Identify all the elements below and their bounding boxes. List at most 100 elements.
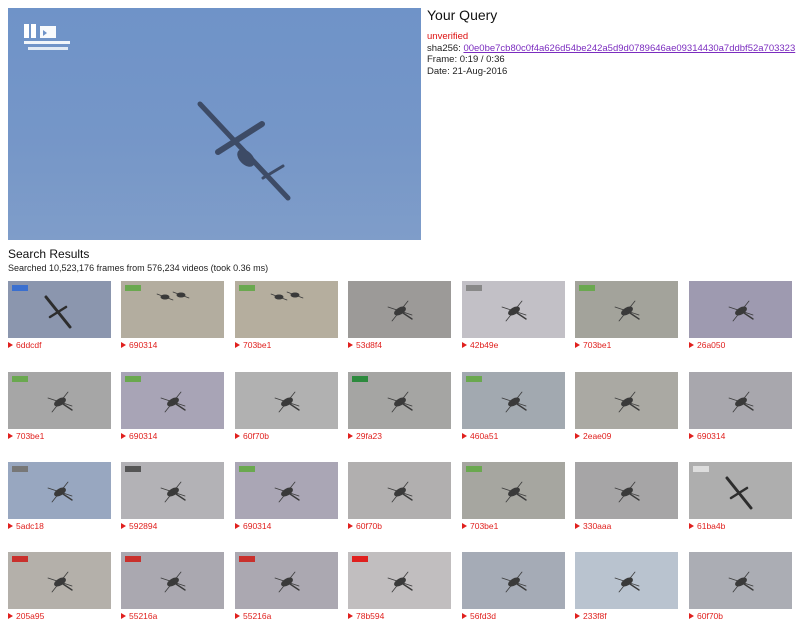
result-thumbnail[interactable]: [348, 372, 451, 429]
result-thumbnail[interactable]: [8, 552, 111, 609]
result-caption[interactable]: 2eae09: [575, 431, 678, 441]
result-thumbnail[interactable]: [8, 372, 111, 429]
result-caption[interactable]: 703be1: [235, 340, 338, 350]
result-tile[interactable]: 592894: [121, 462, 224, 531]
result-thumbnail[interactable]: [575, 281, 678, 338]
result-caption[interactable]: 690314: [689, 431, 792, 441]
result-caption[interactable]: 460a51: [462, 431, 565, 441]
result-tile[interactable]: 29fa23: [348, 372, 451, 441]
result-tile[interactable]: 60f70b: [235, 372, 338, 441]
result-thumbnail[interactable]: [462, 552, 565, 609]
result-thumbnail[interactable]: [235, 372, 338, 429]
result-caption[interactable]: 703be1: [575, 340, 678, 350]
video-id[interactable]: 690314: [129, 340, 157, 350]
result-tile[interactable]: 330aaa: [575, 462, 678, 531]
result-tile[interactable]: 690314: [235, 462, 338, 531]
video-id[interactable]: 29fa23: [356, 431, 382, 441]
result-thumbnail[interactable]: [121, 552, 224, 609]
result-thumbnail[interactable]: [462, 281, 565, 338]
result-caption[interactable]: 61ba4b: [689, 521, 792, 531]
result-tile[interactable]: 233f8f: [575, 552, 678, 621]
video-id[interactable]: 690314: [129, 431, 157, 441]
result-tile[interactable]: 703be1: [8, 372, 111, 441]
sha-link[interactable]: 00e0be7cb80c0f4a626d54be242a5d9d0789646a…: [463, 43, 795, 54]
result-tile[interactable]: 26a050: [689, 281, 792, 350]
result-thumbnail[interactable]: [235, 281, 338, 338]
result-thumbnail[interactable]: [8, 462, 111, 519]
video-id[interactable]: 592894: [129, 521, 157, 531]
result-caption[interactable]: 690314: [121, 340, 224, 350]
video-id[interactable]: 56fd3d: [470, 611, 496, 621]
result-thumbnail[interactable]: [121, 372, 224, 429]
video-id[interactable]: 690314: [697, 431, 725, 441]
video-id[interactable]: 330aaa: [583, 521, 611, 531]
result-thumbnail[interactable]: [462, 372, 565, 429]
video-id[interactable]: 460a51: [470, 431, 498, 441]
result-tile[interactable]: 55216a: [121, 552, 224, 621]
video-id[interactable]: 703be1: [16, 431, 44, 441]
result-tile[interactable]: 60f70b: [348, 462, 451, 531]
result-thumbnail[interactable]: [462, 462, 565, 519]
result-caption[interactable]: 26a050: [689, 340, 792, 350]
video-id[interactable]: 703be1: [583, 340, 611, 350]
result-caption[interactable]: 42b49e: [462, 340, 565, 350]
video-id[interactable]: 6ddcdf: [16, 340, 42, 350]
video-id[interactable]: 61ba4b: [697, 521, 725, 531]
video-id[interactable]: 233f8f: [583, 611, 607, 621]
result-caption[interactable]: 330aaa: [575, 521, 678, 531]
result-thumbnail[interactable]: [689, 552, 792, 609]
result-caption[interactable]: 55216a: [235, 611, 338, 621]
result-caption[interactable]: 29fa23: [348, 431, 451, 441]
result-tile[interactable]: 42b49e: [462, 281, 565, 350]
result-tile[interactable]: 6ddcdf: [8, 281, 111, 350]
video-id[interactable]: 55216a: [243, 611, 271, 621]
result-thumbnail[interactable]: [689, 372, 792, 429]
result-tile[interactable]: 60f70b: [689, 552, 792, 621]
result-caption[interactable]: 78b594: [348, 611, 451, 621]
video-id[interactable]: 703be1: [470, 521, 498, 531]
result-thumbnail[interactable]: [348, 462, 451, 519]
result-caption[interactable]: 60f70b: [689, 611, 792, 621]
video-id[interactable]: 60f70b: [697, 611, 723, 621]
result-thumbnail[interactable]: [575, 462, 678, 519]
result-tile[interactable]: 703be1: [462, 462, 565, 531]
result-caption[interactable]: 6ddcdf: [8, 340, 111, 350]
result-caption[interactable]: 592894: [121, 521, 224, 531]
video-id[interactable]: 60f70b: [243, 431, 269, 441]
result-tile[interactable]: 5adc18: [8, 462, 111, 531]
result-tile[interactable]: 53d8f4: [348, 281, 451, 350]
result-caption[interactable]: 55216a: [121, 611, 224, 621]
result-tile[interactable]: 55216a: [235, 552, 338, 621]
result-caption[interactable]: 5adc18: [8, 521, 111, 531]
result-tile[interactable]: 703be1: [575, 281, 678, 350]
result-thumbnail[interactable]: [348, 552, 451, 609]
result-tile[interactable]: 205a95: [8, 552, 111, 621]
result-thumbnail[interactable]: [689, 462, 792, 519]
result-thumbnail[interactable]: [8, 281, 111, 338]
result-thumbnail[interactable]: [235, 552, 338, 609]
result-caption[interactable]: 60f70b: [235, 431, 338, 441]
video-id[interactable]: 5adc18: [16, 521, 44, 531]
result-tile[interactable]: 690314: [121, 372, 224, 441]
video-id[interactable]: 53d8f4: [356, 340, 382, 350]
video-id[interactable]: 42b49e: [470, 340, 498, 350]
result-caption[interactable]: 690314: [121, 431, 224, 441]
result-caption[interactable]: 53d8f4: [348, 340, 451, 350]
result-caption[interactable]: 56fd3d: [462, 611, 565, 621]
result-tile[interactable]: 703be1: [235, 281, 338, 350]
result-tile[interactable]: 2eae09: [575, 372, 678, 441]
video-id[interactable]: 690314: [243, 521, 271, 531]
result-thumbnail[interactable]: [575, 372, 678, 429]
video-id[interactable]: 703be1: [243, 340, 271, 350]
video-id[interactable]: 60f70b: [356, 521, 382, 531]
result-thumbnail[interactable]: [121, 462, 224, 519]
result-caption[interactable]: 60f70b: [348, 521, 451, 531]
video-id[interactable]: 55216a: [129, 611, 157, 621]
result-tile[interactable]: 690314: [689, 372, 792, 441]
result-caption[interactable]: 690314: [235, 521, 338, 531]
result-thumbnail[interactable]: [235, 462, 338, 519]
video-id[interactable]: 78b594: [356, 611, 384, 621]
result-tile[interactable]: 61ba4b: [689, 462, 792, 531]
result-thumbnail[interactable]: [575, 552, 678, 609]
result-caption[interactable]: 703be1: [8, 431, 111, 441]
